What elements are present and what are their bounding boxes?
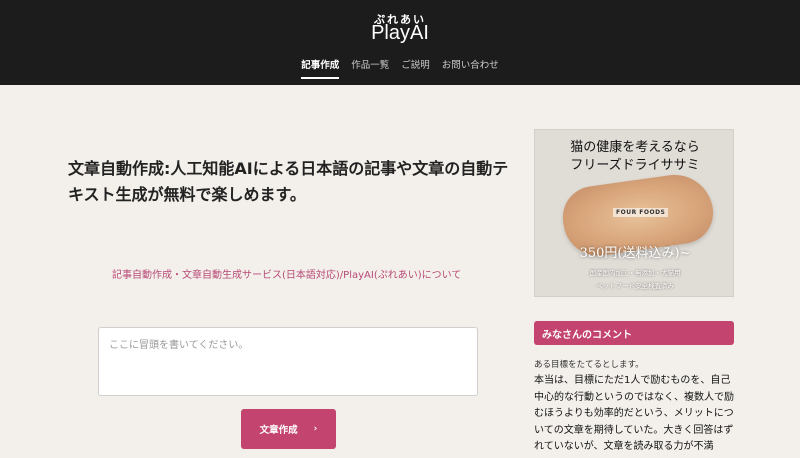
main-nav: 記事作成 作品一覧 ご説明 お問い合わせ: [0, 57, 800, 79]
site-header: ぷれあい PlayAI 記事作成 作品一覧 ご説明 お問い合わせ: [0, 0, 800, 85]
page-title: 文章自動作成:人工知能AIによる日本語の記事や文章の自動テキスト生成が無料で楽し…: [68, 159, 509, 204]
ad-price: 350円(送料込み)~: [579, 246, 691, 261]
generate-button-label: 文章作成: [259, 425, 298, 436]
nav-item-create-article[interactable]: 記事作成: [301, 57, 340, 79]
chevron-right-icon: ›: [313, 424, 318, 434]
ad-headline-1: 猫の健康を考えるなら: [570, 140, 700, 155]
sidebar-ad-banner[interactable]: 猫の健康を考えるなら フリーズドライササミ FOUR FOODS 350円(送料…: [534, 129, 734, 297]
prompt-input[interactable]: [98, 327, 478, 396]
comment-lead[interactable]: ある目標をたてるとします。: [534, 358, 734, 370]
ad-headline-2: フリーズドライササミ: [570, 158, 700, 173]
ad-subtext-2: ペットフード安全検査済み: [596, 282, 674, 290]
about-service-link[interactable]: 記事自動作成・文章自動生成サービス(日本語対応)/PlayAI(ぷれあい)につい…: [112, 266, 472, 281]
comment-body: 本当は、目標にただ1人で励むものを、自己中心的な行動というのではなく、複数人で励…: [534, 375, 734, 452]
site-logo[interactable]: PlayAI: [0, 22, 800, 45]
nav-item-about[interactable]: ご説明: [401, 57, 430, 79]
ad-subtext-1: 国産国内加工・無添加・犬猫用: [589, 269, 681, 277]
ad-brand-label: FOUR FOODS: [613, 208, 669, 217]
generate-text-button[interactable]: 文章作成 ›: [241, 409, 336, 449]
nav-item-works-list[interactable]: 作品一覧: [351, 57, 389, 79]
comments-section-header: みなさんのコメント: [534, 321, 734, 345]
nav-item-contact[interactable]: お問い合わせ: [442, 57, 499, 79]
